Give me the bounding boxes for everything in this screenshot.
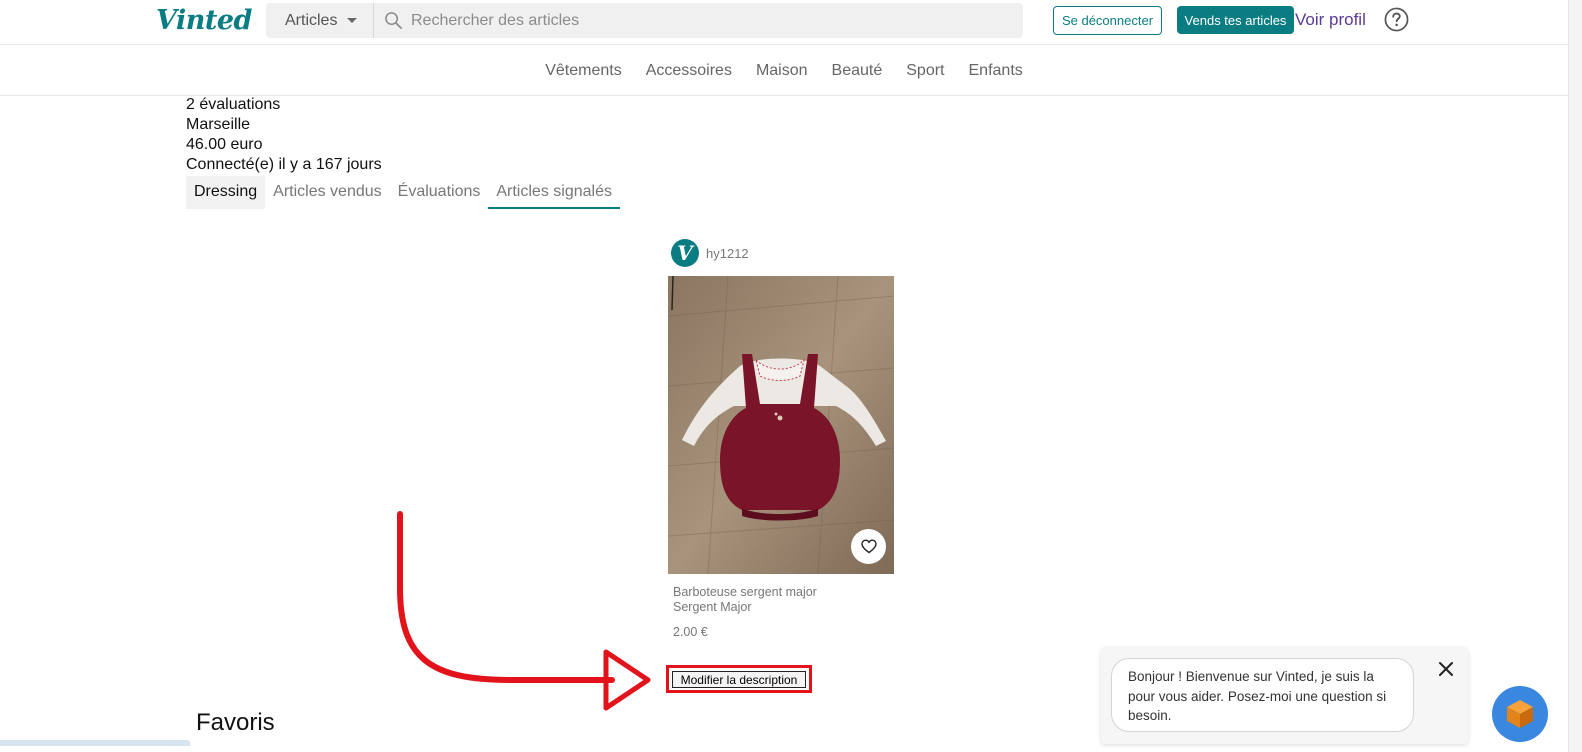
chevron-down-icon — [347, 18, 358, 23]
item-owner[interactable]: V hy1212 — [671, 239, 749, 267]
item-price: 2.00 € — [673, 625, 708, 639]
profile-city: Marseille — [186, 116, 251, 133]
item-brand: Sergent Major — [673, 600, 752, 614]
close-icon[interactable] — [1435, 658, 1457, 680]
sell-items-button[interactable]: Vends tes articles — [1177, 6, 1294, 34]
catnav-item-vetements[interactable]: Vêtements — [533, 62, 633, 80]
tab-articles-signales[interactable]: Articles signalés — [488, 176, 620, 209]
profile-balance: 46.00 euro — [186, 136, 263, 153]
catnav-item-sport[interactable]: Sport — [894, 62, 956, 80]
catnav-item-accessoires[interactable]: Accessoires — [634, 62, 744, 80]
tab-dressing[interactable]: Dressing — [186, 176, 266, 209]
tab-articles-vendus[interactable]: Articles vendus — [265, 176, 390, 209]
catnav-item-enfants[interactable]: Enfants — [957, 62, 1035, 80]
owner-username: hy1212 — [706, 245, 749, 261]
chat-welcome-message: Bonjour ! Bienvenue sur Vinted, je suis … — [1111, 658, 1414, 732]
catnav-item-maison[interactable]: Maison — [744, 62, 820, 80]
last-seen: Connecté(e) il y a 167 jours — [186, 156, 382, 173]
profile-info: 2 évaluations Marseille 46.00 euro Conne… — [186, 95, 382, 175]
view-profile-link[interactable]: Voir profil — [1295, 10, 1366, 30]
category-select-label: Articles — [285, 11, 338, 29]
tab-evaluations[interactable]: Évaluations — [390, 176, 489, 209]
search-bar: Articles — [266, 3, 1023, 38]
item-title[interactable]: Barboteuse sergent major — [673, 585, 817, 599]
annotation-arrow-icon — [397, 511, 651, 711]
logout-button[interactable]: Se déconnecter — [1053, 6, 1162, 35]
ratings-count: 2 évaluations — [186, 96, 281, 113]
page-scrollbar[interactable] — [1568, 0, 1582, 752]
chat-panel: Bonjour ! Bienvenue sur Vinted, je suis … — [1101, 648, 1468, 744]
item-photo[interactable] — [668, 276, 894, 574]
favorite-button[interactable] — [851, 529, 886, 564]
profile-tabs: Dressing Articles vendus Évaluations Art… — [186, 176, 620, 209]
vinted-logo[interactable]: Vinted — [156, 5, 252, 36]
bottom-bar — [0, 740, 190, 746]
search-input[interactable] — [411, 3, 1011, 38]
chat-launcher-button[interactable] — [1492, 686, 1548, 742]
catnav-item-beaute[interactable]: Beauté — [820, 62, 895, 80]
search-icon — [385, 12, 402, 29]
cube-icon — [1507, 700, 1533, 728]
avatar: V — [671, 239, 699, 267]
edit-description-button[interactable]: Modifier la description — [672, 671, 806, 688]
top-header: Vinted Articles Se déconnecter Vends tes… — [0, 0, 1568, 45]
category-select[interactable]: Articles — [266, 3, 374, 38]
heart-icon — [860, 539, 877, 554]
category-nav: Vêtements Accessoires Maison Beauté Spor… — [0, 46, 1568, 96]
favorites-heading: Favoris — [196, 709, 275, 736]
help-icon[interactable] — [1384, 7, 1409, 32]
